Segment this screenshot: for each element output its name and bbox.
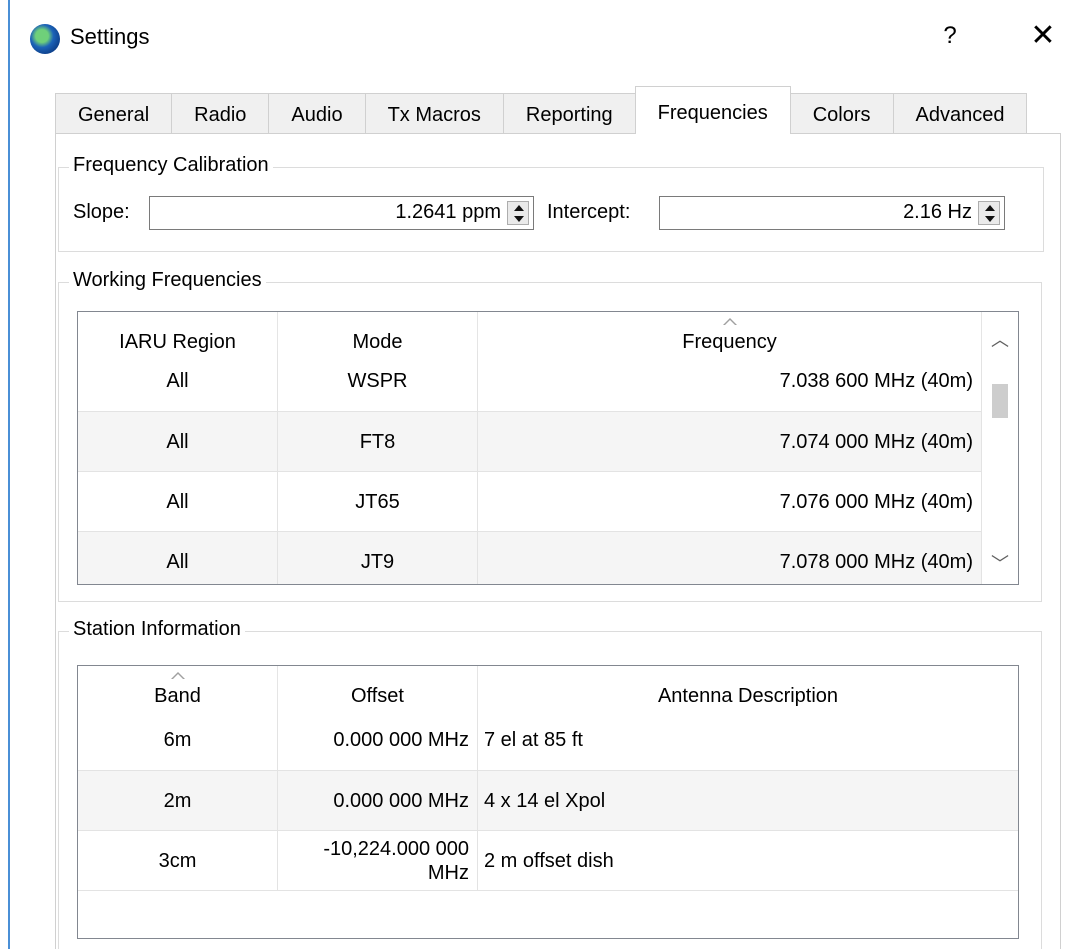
antenna-cell: 7 el at 85 ft (484, 729, 583, 751)
table-row[interactable]: All JT9 7.078 000 MHz (40m) (78, 531, 984, 584)
offset-line-2: MHz (427, 862, 469, 884)
offset-cell: 0.000 000 MHz (278, 771, 478, 831)
column-header-frequency-label: Frequency (682, 331, 777, 353)
table-row[interactable]: All WSPR 7.038 600 MHz (40m) (78, 351, 984, 412)
group-title: Working Frequencies (69, 269, 266, 292)
close-button[interactable]: ✕ (1020, 14, 1066, 58)
working-frequencies-group: Working Frequencies IARU Region Mode Fre… (58, 269, 1042, 602)
frequency-cell: 7.038 600 MHz (40m) (478, 351, 982, 411)
tab-tx-macros[interactable]: Tx Macros (364, 93, 504, 135)
antenna-cell: 4 x 14 el Xpol (484, 790, 606, 812)
intercept-label: Intercept: (547, 201, 631, 223)
slope-label: Slope: (73, 201, 130, 223)
offset-cell: -10,224.000 000 MHz (278, 831, 478, 891)
antenna-cell: 2 m offset dish (484, 850, 614, 872)
tab-general[interactable]: General (55, 93, 173, 135)
table-row[interactable]: 6m 0.000 000 MHz 7 el at 85 ft (78, 710, 1018, 771)
tab-audio[interactable]: Audio (268, 93, 366, 135)
intercept-value: 2.16 Hz (903, 201, 972, 223)
region-cell: All (78, 532, 278, 584)
column-header-band-label: Band (154, 685, 201, 707)
table-row[interactable]: All JT65 7.076 000 MHz (40m) (78, 471, 984, 532)
mode-cell: JT65 (278, 472, 478, 532)
band-cell: 3cm (78, 831, 278, 891)
intercept-stepper-icon[interactable] (978, 201, 1000, 225)
tab-reporting[interactable]: Reporting (502, 93, 636, 135)
tab-frequencies[interactable]: Frequencies (634, 86, 791, 134)
scrollbar-thumb[interactable] (992, 384, 1008, 418)
band-cell: 6m (78, 710, 278, 770)
mode-cell: WSPR (278, 351, 478, 411)
region-cell: All (78, 472, 278, 532)
chevron-up-icon[interactable]: ︿ (982, 322, 1018, 358)
help-button[interactable]: ? (930, 16, 970, 56)
mode-cell: FT8 (278, 412, 478, 472)
region-cell: All (78, 351, 278, 411)
station-information-group: Station Information Band Offset Antenna … (58, 618, 1042, 949)
frequency-cell: 7.074 000 MHz (40m) (478, 412, 982, 472)
chevron-down-icon[interactable]: ﹀ (982, 546, 1018, 582)
table-row[interactable]: 2m 0.000 000 MHz 4 x 14 el Xpol (78, 770, 1018, 831)
offset-cell: 0.000 000 MHz (278, 710, 478, 770)
band-cell: 2m (78, 771, 278, 831)
slope-stepper-icon[interactable] (507, 201, 529, 225)
frequency-calibration-group: Frequency Calibration Slope: 1.2641 ppm … (58, 154, 1044, 252)
sort-ascending-icon (722, 318, 737, 326)
table-row[interactable]: 3cm -10,224.000 000 MHz 2 m offset dish (78, 830, 1018, 891)
working-frequencies-table[interactable]: IARU Region Mode Frequency All WSPR 7.03… (77, 311, 1019, 585)
intercept-spinbox[interactable]: 2.16 Hz (659, 196, 1005, 230)
slope-value: 1.2641 ppm (395, 201, 501, 223)
globe-icon (30, 24, 60, 54)
window-title: Settings (70, 24, 150, 49)
frequencies-tab-pane: Frequency Calibration Slope: 1.2641 ppm … (55, 133, 1061, 949)
frequency-cell: 7.076 000 MHz (40m) (478, 472, 982, 532)
slope-spinbox[interactable]: 1.2641 ppm (149, 196, 534, 230)
tab-radio[interactable]: Radio (171, 93, 270, 135)
tab-colors[interactable]: Colors (789, 93, 894, 135)
empty-row (78, 890, 1018, 938)
frequency-cell: 7.078 000 MHz (40m) (478, 532, 982, 584)
vertical-scrollbar[interactable]: ︿ ﹀ (982, 312, 1018, 584)
group-title: Station Information (69, 618, 245, 641)
window-edge (8, 0, 10, 949)
tab-bar: General Radio Audio Tx Macros Reporting … (55, 86, 1028, 135)
offset-line-1: -10,224.000 000 (323, 838, 469, 860)
station-information-table[interactable]: Band Offset Antenna Description 6m 0.000… (77, 665, 1019, 939)
title-bar: Settings ? ✕ (10, 0, 1078, 78)
region-cell: All (78, 412, 278, 472)
sort-ascending-icon (170, 672, 185, 680)
mode-cell: JT9 (278, 532, 478, 584)
group-title: Frequency Calibration (69, 154, 273, 177)
tab-advanced[interactable]: Advanced (892, 93, 1028, 135)
table-row[interactable]: All FT8 7.074 000 MHz (40m) (78, 411, 984, 472)
